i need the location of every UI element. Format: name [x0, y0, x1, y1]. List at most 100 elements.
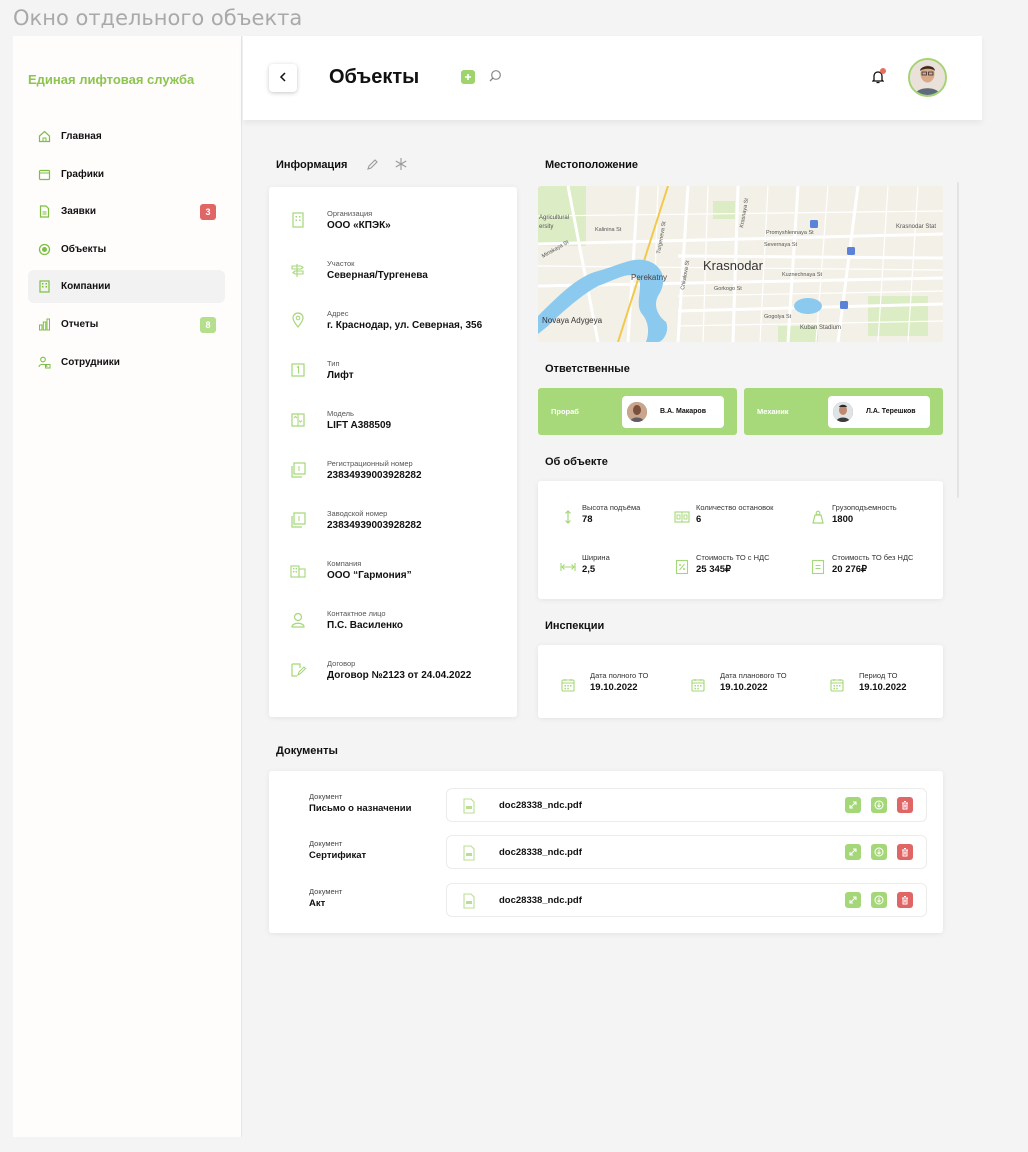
expand-button[interactable]	[845, 844, 861, 860]
info-value: Северная/Тургенева	[327, 270, 428, 281]
delete-button[interactable]	[897, 797, 913, 813]
scrollbar[interactable]	[957, 182, 959, 498]
person-name: Л.А. Терешков	[866, 408, 916, 415]
expand-button[interactable]	[845, 892, 861, 908]
sidebar-item-label: Сотрудники	[61, 356, 120, 368]
search-button[interactable]	[488, 69, 502, 88]
building-icon	[38, 280, 51, 293]
inspection-value: 19.10.2022	[720, 682, 768, 693]
percent-doc-icon	[674, 559, 690, 575]
sidebar-item-requests[interactable]: Заявки 3	[28, 195, 225, 228]
delete-button[interactable]	[897, 844, 913, 860]
sidebar-item-companies[interactable]: Компании	[28, 270, 225, 304]
info-label: Адрес	[327, 309, 349, 318]
about-label: Грузоподъемность	[832, 503, 897, 512]
notification-dot	[880, 68, 886, 74]
calendar-icon	[829, 677, 845, 693]
document-row: Документ Письмо о назначении doc28338_nd…	[309, 788, 929, 822]
height-arrows-icon	[560, 509, 576, 525]
documents-card: Документ Письмо о назначении doc28338_nd…	[269, 771, 943, 933]
info-card: Организация ООО «КПЭК» Участок Северная/…	[269, 187, 517, 717]
document-file[interactable]: doc28338_ndc.pdf	[446, 788, 927, 822]
add-object-button[interactable]	[461, 70, 475, 84]
location-section-title: Местоположение	[545, 159, 639, 171]
info-label: Контактное лицо	[327, 609, 386, 618]
pdf-file-icon	[462, 845, 476, 866]
responsible-section-title: Ответственные	[545, 363, 630, 375]
about-value: 6	[696, 514, 702, 525]
reports-count-badge: 8	[200, 316, 216, 333]
about-label: Стоимость ТО без НДС	[832, 553, 914, 562]
about-value: 2,5	[582, 564, 596, 575]
person-chip[interactable]: Л.А. Терешков	[828, 396, 930, 428]
inspection-value: 19.10.2022	[859, 682, 907, 693]
info-value: ООО «КПЭК»	[327, 220, 391, 231]
type-icon	[289, 361, 307, 379]
sidebar-item-reports[interactable]: Отчеты 8	[28, 308, 225, 341]
width-arrows-icon	[560, 559, 576, 575]
expand-button[interactable]	[845, 797, 861, 813]
about-label: Стоимость ТО с НДС	[696, 553, 770, 562]
info-section-title: Информация	[276, 159, 348, 171]
edit-icon[interactable]	[366, 158, 379, 176]
person-avatar	[833, 402, 853, 422]
person-chip[interactable]: В.А. Макаров	[622, 396, 724, 428]
back-button[interactable]	[269, 64, 297, 92]
info-label: Регистрационный номер	[327, 459, 413, 468]
sidebar-item-employees[interactable]: Сотрудники	[28, 346, 225, 379]
download-button[interactable]	[871, 844, 887, 860]
download-button[interactable]	[871, 797, 887, 813]
map-label-city: Krasnodar	[703, 258, 764, 273]
location-map[interactable]: Krasnodar Perekatny Novaya Adygeya Kuban…	[538, 186, 943, 342]
snowflake-icon[interactable]	[394, 157, 408, 176]
inspection-label: Дата планового ТО	[720, 671, 787, 680]
chevron-left-icon	[279, 69, 287, 87]
document-label: Документ	[309, 839, 343, 848]
map-label-stadium: Kuban Stadium	[800, 325, 841, 331]
home-icon	[38, 130, 51, 143]
user-avatar[interactable]	[908, 58, 947, 97]
responsible-card-mechanic[interactable]: Механик Л.А. Терешков	[744, 388, 943, 435]
about-label: Ширина	[582, 553, 610, 562]
map-label-street-7: Gorkogo St	[714, 286, 742, 292]
delete-button[interactable]	[897, 892, 913, 908]
bar-chart-icon	[38, 318, 51, 331]
sidebar-item-label: Главная	[61, 131, 102, 142]
document-title: Письмо о назначении	[309, 803, 412, 814]
sidebar-item-home[interactable]: Главная	[28, 120, 225, 153]
sidebar-item-label: Отчеты	[61, 318, 99, 330]
info-value: ООО “Гармония”	[327, 570, 412, 581]
brand-name[interactable]: Единая лифтовая служба	[28, 72, 194, 87]
info-value: Лифт	[327, 370, 354, 381]
map-label-street-8: Gogolya St	[764, 314, 792, 320]
sidebar-item-schedules[interactable]: Графики	[28, 158, 225, 191]
about-value: 78	[582, 514, 593, 525]
info-value: Договор №2123 от 24.04.2022	[327, 670, 472, 681]
about-label: Высота подъёма	[582, 503, 641, 512]
person-avatar	[627, 402, 647, 422]
map-label-street-4: Promyshlennaya St	[766, 230, 814, 236]
document-row: Документ Акт doc28338_ndc.pdf	[309, 883, 929, 917]
map-label-street-5: Kalinina St	[595, 227, 622, 233]
sidebar-item-label: Графики	[61, 168, 105, 180]
info-label: Участок	[327, 259, 355, 268]
inspections-card: Дата полного ТО 19.10.2022 Дата плановог…	[538, 645, 943, 718]
building-icon	[289, 211, 307, 229]
document-file[interactable]: doc28338_ndc.pdf	[446, 835, 927, 869]
document-row: Документ Сертификат doc28338_ndc.pdf	[309, 835, 929, 869]
responsible-card-foreman[interactable]: Прораб В.А. Макаров	[538, 388, 737, 435]
map-label-street-3: Kuznechnaya St	[782, 272, 823, 278]
document-file[interactable]: doc28338_ndc.pdf	[446, 883, 927, 917]
download-button[interactable]	[871, 892, 887, 908]
elevator-icon	[289, 411, 307, 429]
sidebar-item-objects[interactable]: Объекты	[28, 233, 225, 266]
pdf-file-icon	[462, 798, 476, 819]
responsible-role: Механик	[757, 407, 789, 416]
map-label-street-2: Severnaya St	[764, 242, 797, 248]
document-file-name: doc28338_ndc.pdf	[499, 800, 582, 811]
receipt-icon	[810, 559, 826, 575]
sidebar-item-label: Объекты	[61, 243, 107, 255]
weight-icon	[810, 509, 826, 525]
info-value: 23834939003928282	[327, 520, 422, 531]
document-title: Сертификат	[309, 850, 367, 861]
